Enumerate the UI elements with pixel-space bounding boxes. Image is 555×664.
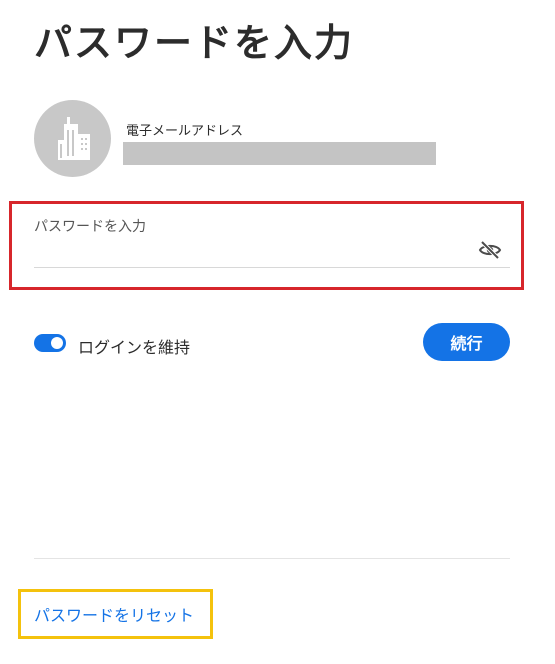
password-label: パスワードを入力 (34, 219, 146, 235)
divider (34, 558, 510, 559)
continue-button[interactable]: 続行 (423, 323, 510, 361)
password-input[interactable] (34, 238, 474, 264)
page-title: パスワードを入力 (34, 21, 355, 65)
email-value-redacted (123, 142, 436, 165)
password-underline (34, 267, 510, 268)
keep-signed-in-toggle[interactable] (34, 334, 66, 352)
eye-slash-icon[interactable] (478, 238, 502, 262)
avatar (34, 100, 111, 177)
reset-password-link[interactable]: パスワードをリセット (34, 602, 194, 626)
email-label: 電子メールアドレス (126, 124, 244, 139)
building-icon (58, 117, 90, 160)
keep-signed-in-label: ログインを維持 (78, 338, 191, 357)
toggle-knob (51, 337, 63, 349)
